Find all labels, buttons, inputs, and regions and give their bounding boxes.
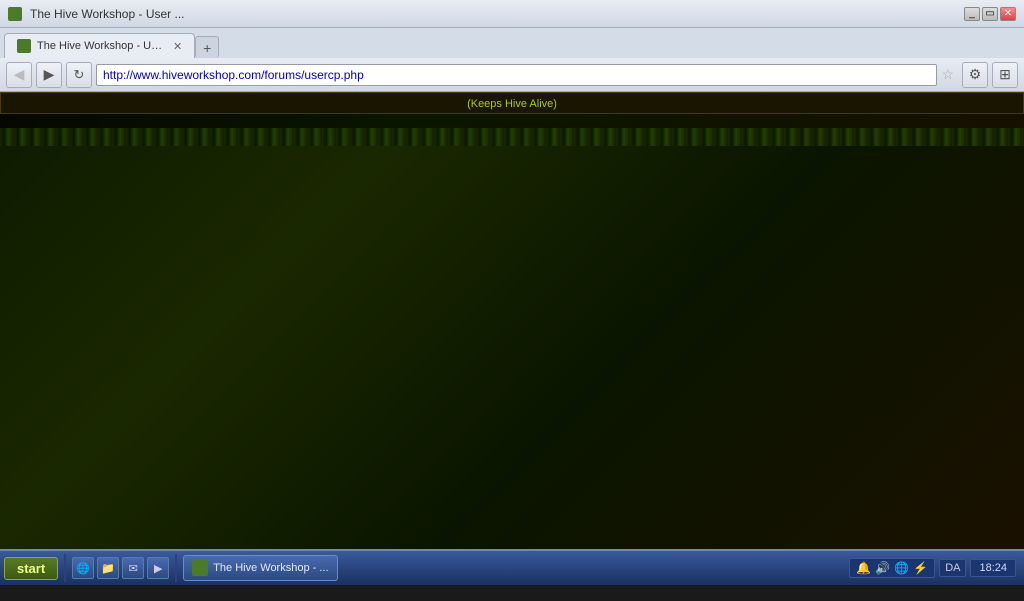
- tab-label: The Hive Workshop - User ...: [37, 40, 167, 52]
- taskbar: start 🌐 📁 ✉ ▶ The Hive Workshop - ... 🔔 …: [0, 549, 1024, 585]
- forward-button[interactable]: ▶: [36, 62, 62, 88]
- taskbar-quick-launch: 🌐 📁 ✉ ▶: [72, 557, 169, 579]
- settings-button[interactable]: ⊞: [992, 62, 1018, 88]
- taskbar-app-icon: [192, 560, 208, 576]
- tray-icon-1: 🔔: [856, 561, 871, 575]
- active-tab[interactable]: The Hive Workshop - User ... ✕: [4, 33, 195, 58]
- tab-close-icon[interactable]: ✕: [173, 40, 182, 53]
- new-tab-button[interactable]: +: [195, 36, 219, 58]
- taskbar-icon-4[interactable]: ▶: [147, 557, 169, 579]
- taskbar-right-area: 🔔 🔊 🌐 ⚡ DA 18:24: [849, 558, 1016, 578]
- tray-icon-2: 🔊: [875, 561, 890, 575]
- close-button[interactable]: ✕: [1000, 7, 1016, 21]
- window-controls: _ ▭ ✕: [964, 7, 1016, 21]
- title-bar: The Hive Workshop - User ... _ ▭ ✕: [0, 0, 1024, 28]
- tray-icon-3: 🌐: [894, 561, 909, 575]
- start-button[interactable]: start: [4, 557, 58, 580]
- maximize-button[interactable]: ▭: [982, 7, 998, 21]
- bookmark-icon[interactable]: ☆: [941, 66, 954, 83]
- address-bar[interactable]: [96, 64, 937, 86]
- language-indicator: DA: [939, 559, 966, 577]
- ad-link[interactable]: (Keeps Hive Alive): [467, 98, 557, 110]
- taskbar-icon-1[interactable]: 🌐: [72, 557, 94, 579]
- clock: 18:24: [970, 559, 1016, 577]
- site-header: (Keeps Hive Alive): [0, 92, 1024, 549]
- reload-icon: ↻: [74, 67, 85, 83]
- nav-bar: ◀ ▶ ↻ ☆ ⚙ ⊞: [0, 58, 1024, 92]
- taskbar-icon-3[interactable]: ✉: [122, 557, 144, 579]
- reload-button[interactable]: ↻: [66, 62, 92, 88]
- taskbar-divider-2: [175, 554, 177, 582]
- taskbar-app-browser[interactable]: The Hive Workshop - ...: [183, 555, 337, 581]
- browser-window: The Hive Workshop - User ... _ ▭ ✕ The H…: [0, 0, 1024, 92]
- ad-banner: (Keeps Hive Alive): [0, 92, 1024, 114]
- tab-favicon: [17, 39, 31, 53]
- taskbar-divider-1: [64, 554, 66, 582]
- taskbar-app-label: The Hive Workshop - ...: [213, 562, 328, 574]
- website-content: (Keeps Hive Alive) ⌂ The Hive Workshop ›…: [0, 92, 1024, 549]
- system-tray: 🔔 🔊 🌐 ⚡: [849, 558, 935, 578]
- taskbar-icon-2[interactable]: 📁: [97, 557, 119, 579]
- tab-bar: The Hive Workshop - User ... ✕ +: [0, 28, 1024, 58]
- tray-icon-4: ⚡: [913, 561, 928, 575]
- tools-button[interactable]: ⚙: [962, 62, 988, 88]
- title-bar-favicon: [8, 7, 22, 21]
- title-bar-text: The Hive Workshop - User ...: [30, 7, 956, 21]
- minimize-button[interactable]: _: [964, 7, 980, 21]
- back-button[interactable]: ◀: [6, 62, 32, 88]
